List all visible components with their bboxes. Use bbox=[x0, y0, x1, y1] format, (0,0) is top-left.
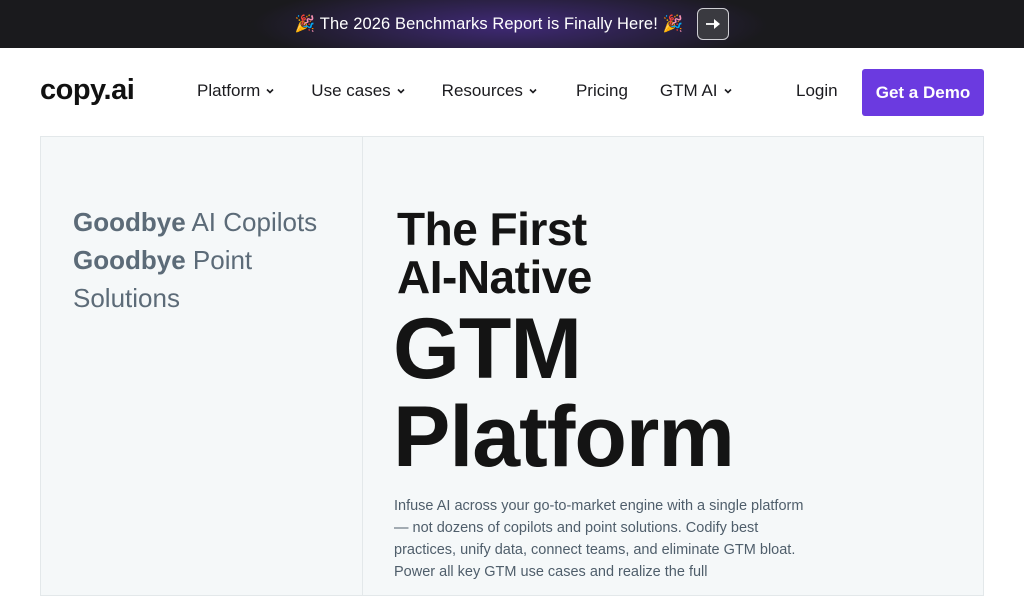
heading-line: Platform bbox=[393, 389, 735, 485]
nav-item-label: Platform bbox=[197, 81, 261, 100]
nav-item-gtm-ai[interactable]: GTM AI bbox=[660, 81, 733, 101]
logo[interactable]: copy.ai bbox=[40, 74, 135, 107]
hero-heading-large: GTM Platform bbox=[393, 301, 735, 485]
goodbye-rest: AI Copilots bbox=[185, 207, 318, 237]
arrow-right-icon bbox=[706, 19, 721, 29]
nav-item-pricing[interactable]: Pricing bbox=[576, 81, 628, 101]
hero-heading-small: The First AI-Native bbox=[397, 205, 592, 301]
nav-item-platform[interactable]: Platform bbox=[197, 81, 275, 101]
announcement-arrow-button[interactable] bbox=[697, 8, 730, 40]
nav-item-label: Resources bbox=[441, 81, 523, 100]
goodbye-bold: Goodbye bbox=[73, 207, 186, 237]
heading-line: AI-Native bbox=[397, 251, 592, 303]
chevron-down-icon bbox=[266, 88, 274, 94]
nav-item-use-cases[interactable]: Use cases bbox=[311, 81, 405, 101]
heading-line: GTM bbox=[393, 301, 582, 397]
hero-description: Infuse AI across your go-to-market engin… bbox=[394, 498, 804, 580]
login-link[interactable]: Login bbox=[796, 81, 838, 101]
nav-item-resources[interactable]: Resources bbox=[442, 81, 538, 101]
hero-divider bbox=[362, 137, 363, 595]
get-a-demo-button[interactable]: Get a Demo bbox=[862, 69, 984, 116]
hero-section: Goodbye AI Copilots Goodbye Point Soluti… bbox=[40, 136, 984, 596]
announcement-bar: 🎉 The 2026 Benchmarks Report is Finally … bbox=[0, 0, 1024, 48]
goodbye-tagline: Goodbye AI Copilots Goodbye Point Soluti… bbox=[73, 203, 343, 317]
chevron-down-icon bbox=[723, 88, 732, 94]
chevron-down-icon bbox=[397, 88, 405, 94]
announcement-text[interactable]: 🎉 The 2026 Benchmarks Report is Finally … bbox=[295, 15, 683, 34]
nav-item-label: Use cases bbox=[311, 81, 391, 100]
nav-item-label: GTM AI bbox=[659, 81, 718, 100]
chevron-down-icon bbox=[529, 88, 537, 94]
nav-menu: Platform Use cases Resources Pricing GTM… bbox=[197, 81, 733, 101]
goodbye-bold: Goodbye bbox=[73, 245, 186, 275]
main-navbar: copy.ai Platform Use cases Resources Pri… bbox=[0, 48, 1024, 136]
heading-line: The First bbox=[397, 203, 587, 255]
nav-item-label: Pricing bbox=[575, 81, 628, 100]
